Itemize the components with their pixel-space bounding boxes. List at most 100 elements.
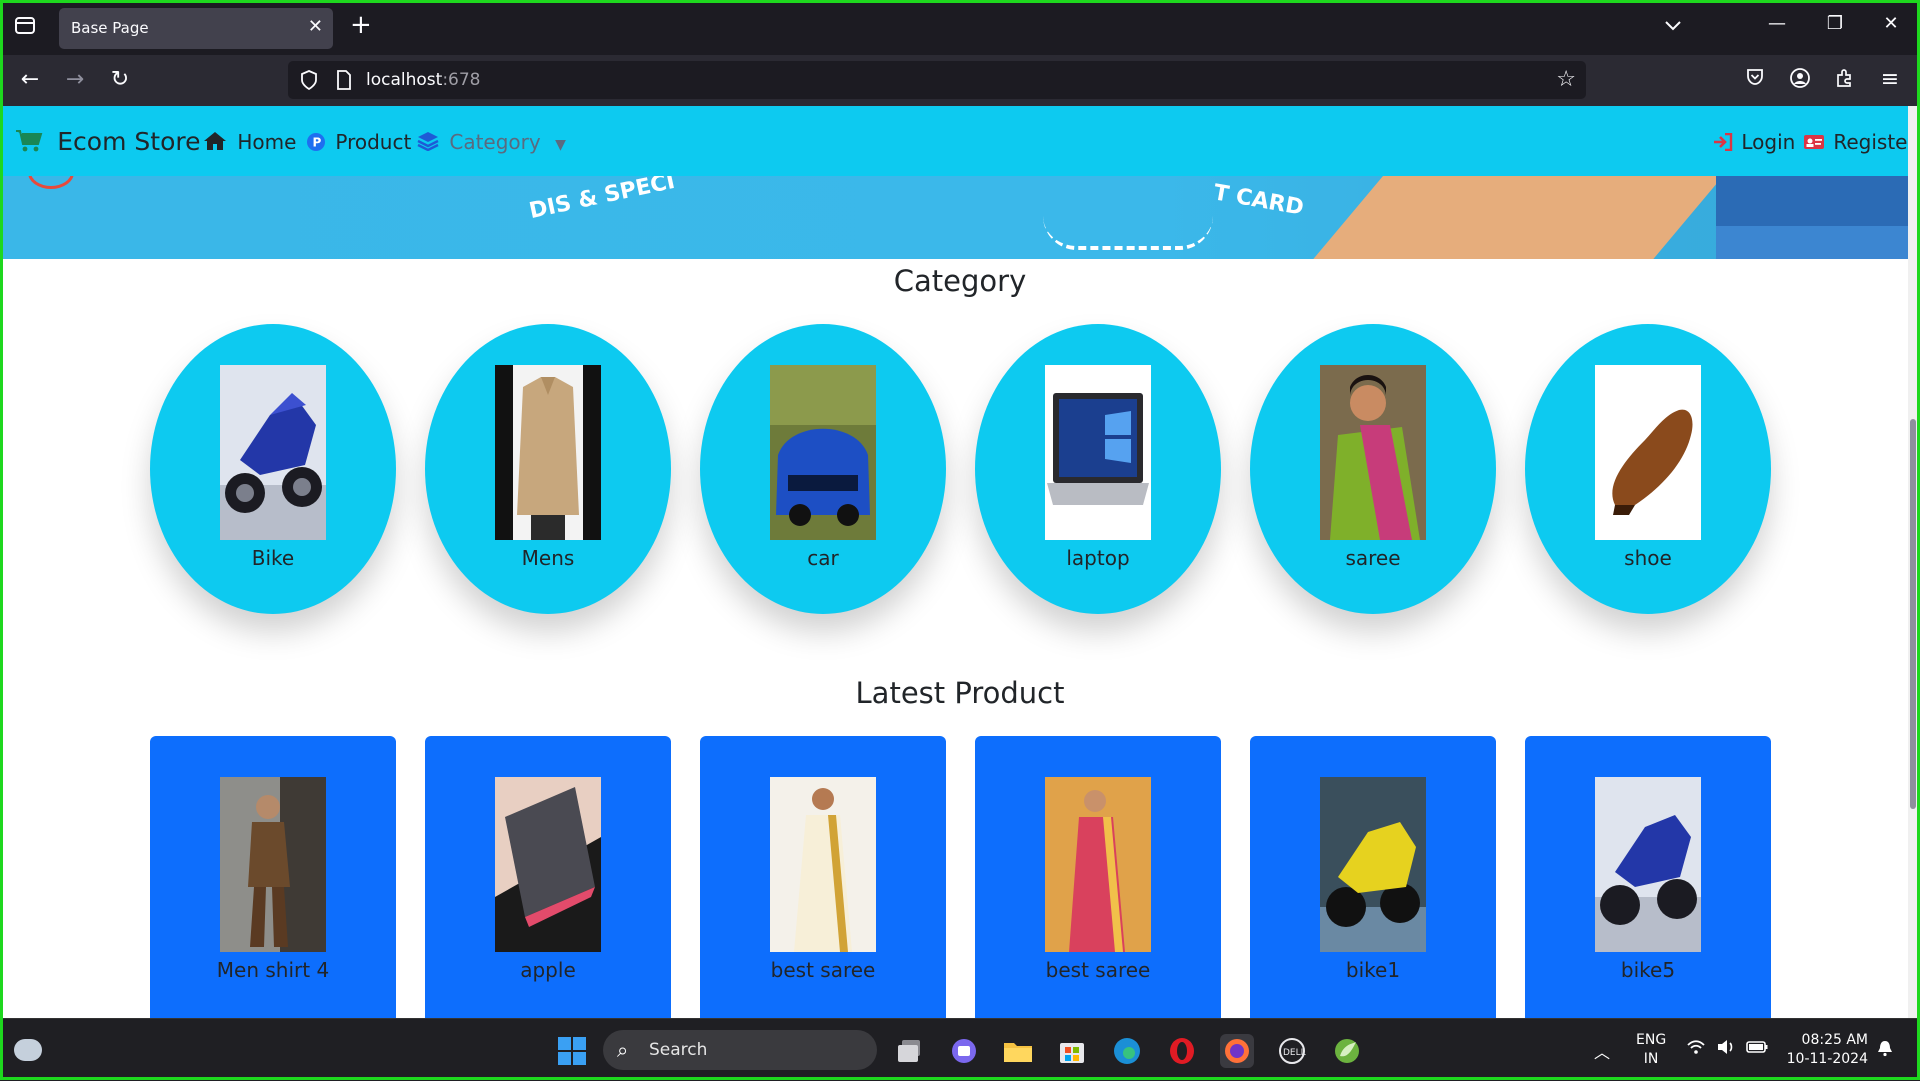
cart-icon [15,127,51,157]
volume-icon[interactable] [1716,1039,1736,1059]
nav-category-dropdown[interactable]: Category ▼ [417,130,566,154]
task-view-icon[interactable] [893,1034,927,1068]
caret-down-icon: ▼ [555,137,566,153]
home-icon [203,130,233,154]
blue-bike-photo [1595,777,1701,952]
banner-dashed-curve [1043,216,1213,250]
product-card[interactable]: apple [425,736,671,1018]
layers-icon [417,130,445,154]
forward-icon[interactable]: → [61,67,89,93]
back-icon[interactable]: ← [16,67,44,93]
menu-icon[interactable]: ≡ [1876,67,1904,93]
browser-tab[interactable]: Base Page ✕ [59,8,333,49]
category-label: shoe [1624,546,1672,570]
restore-icon[interactable]: ❐ [1820,13,1850,34]
system-clock[interactable]: 08:25 AM 10-11-2024 [1786,1031,1868,1069]
close-tab-icon[interactable]: ✕ [308,16,323,37]
nav-product-link[interactable]: P Product [307,130,411,154]
nav-home-link[interactable]: Home [203,130,296,154]
category-card-shoe[interactable]: shoe [1525,324,1771,614]
search-icon: ⌕ [617,1038,629,1062]
product-card[interactable]: bike1 [1250,736,1496,1018]
category-label: laptop [1066,546,1130,570]
opera-browser-icon[interactable] [1165,1034,1199,1068]
search-label: Search [649,1040,708,1060]
product-card[interactable]: Men shirt 4 [150,736,396,1018]
category-card-bike[interactable]: Bike [150,324,396,614]
weather-widget-icon[interactable] [14,1039,42,1061]
windows-start-icon[interactable] [555,1034,589,1068]
page-viewport: Ecom Store Home P Product Category ▼ Log… [3,106,1917,1018]
taskbar-search[interactable]: ⌕ Search [603,1030,877,1070]
login-icon [1713,130,1739,154]
pocket-icon[interactable] [1741,67,1769,95]
spring-tools-icon[interactable] [1330,1034,1364,1068]
wifi-icon[interactable] [1686,1039,1706,1059]
saree-photo [1320,365,1426,540]
banner-text-left: DIS & SPECI [527,176,678,225]
close-window-icon[interactable]: ✕ [1876,13,1906,34]
register-link[interactable]: Register [1803,130,1916,154]
red-saree-photo [1045,777,1151,952]
page-scrollbar[interactable] [1908,106,1917,1018]
minimize-icon[interactable]: — [1762,13,1792,34]
scrollbar-thumb[interactable] [1910,419,1916,809]
teams-chat-icon[interactable] [947,1034,981,1068]
product-label: best saree [770,958,876,982]
battery-icon[interactable] [1746,1039,1768,1058]
hero-banner: DIS & SPECI T CARD [3,176,1917,259]
browser-tab-bar: Base Page ✕ + — ❐ ✕ [0,0,1920,55]
microsoft-store-icon[interactable] [1055,1034,1089,1068]
category-heading: Category [893,264,1027,298]
account-icon[interactable] [1786,67,1814,96]
site-navbar: Ecom Store Home P Product Category ▼ Log… [3,106,1917,176]
product-label: Men shirt 4 [216,958,330,982]
chevron-down-icon[interactable] [1664,16,1682,37]
laptop-photo [1045,365,1151,540]
banner-blue-panel-lower [1716,226,1917,259]
banner-text-right: T CARD [1211,180,1306,221]
edge-browser-icon[interactable] [1110,1034,1144,1068]
tab-title: Base Page [71,19,149,37]
brand-link[interactable]: Ecom Store [15,127,200,157]
category-card-mens[interactable]: Mens [425,324,671,614]
os-taskbar: ⌕ Search DELL ︿ ENG IN 08:25 AM 10-11-20… [0,1018,1920,1081]
page-icon [337,70,351,90]
motorbike-photo [220,365,326,540]
category-card-car[interactable]: car [700,324,946,614]
product-card[interactable]: bike5 [1525,736,1771,1018]
id-card-icon [1803,130,1831,154]
car-photo [770,365,876,540]
category-card-saree[interactable]: saree [1250,324,1496,614]
product-card[interactable]: best saree [700,736,946,1018]
product-label: bike5 [1620,958,1676,982]
notifications-icon[interactable] [1876,1039,1894,1061]
apple-laptop-photo [495,777,601,952]
tab-list-icon[interactable] [12,15,38,39]
shirt-photo [495,365,601,540]
browser-toolbar: ← → ↻ localhost:678 ☆ ≡ [0,55,1920,106]
language-indicator[interactable]: ENG IN [1636,1031,1666,1069]
shield-icon[interactable] [300,70,318,90]
address-bar[interactable]: localhost:678 ☆ [288,61,1586,99]
svg-text:DELL: DELL [1283,1048,1306,1058]
product-label: bike1 [1345,958,1401,982]
category-card-laptop[interactable]: laptop [975,324,1221,614]
reload-icon[interactable]: ↻ [106,67,134,93]
firefox-browser-icon[interactable] [1220,1034,1254,1068]
file-explorer-icon[interactable] [1001,1034,1035,1068]
men-shirt-photo [220,777,326,952]
banner-decoration [28,176,74,189]
url-text[interactable]: localhost:678 [366,70,481,90]
category-label: car [807,546,839,570]
show-hidden-icons-chevron[interactable]: ︿ [1594,1039,1610,1063]
extensions-icon[interactable] [1831,67,1859,96]
new-tab-icon[interactable]: + [350,12,372,38]
latest-product-heading: Latest Product [855,676,1065,710]
svg-text:P: P [313,136,322,150]
bookmark-star-icon[interactable]: ☆ [1556,67,1576,92]
product-p-icon: P [307,130,331,154]
product-card[interactable]: best saree [975,736,1221,1018]
dell-app-icon[interactable]: DELL [1275,1034,1309,1068]
login-link[interactable]: Login [1713,130,1795,154]
